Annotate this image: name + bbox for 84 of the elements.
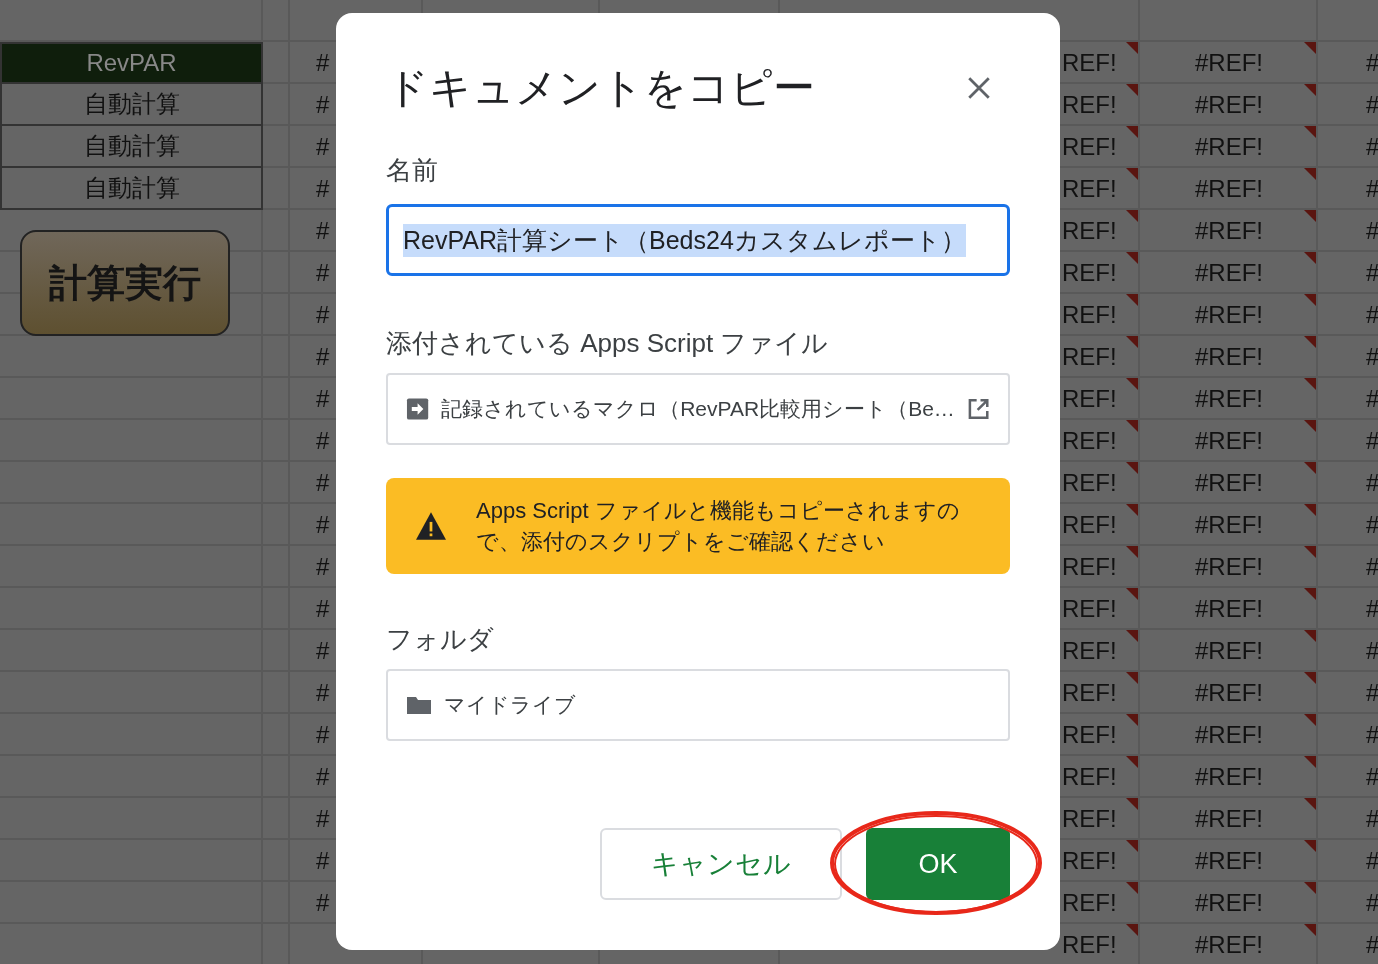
table-cell: # <box>316 91 330 119</box>
table-cell: # <box>316 49 330 77</box>
table-cell: REF! <box>1062 385 1117 413</box>
table-cell: REF! <box>1062 175 1117 203</box>
table-cell: # <box>316 259 330 287</box>
table-cell: #REF! <box>1195 721 1263 749</box>
field-label: 添付されている Apps Script ファイル <box>386 327 830 360</box>
table-cell: REF! <box>1062 511 1117 539</box>
table-cell: REF! <box>1062 805 1117 833</box>
macro-button[interactable]: 計算実行 <box>20 230 230 336</box>
ok-button[interactable]: OK <box>866 828 1010 900</box>
header-cell: RevPAR <box>0 42 263 84</box>
table-cell: # <box>316 343 330 371</box>
table-cell: REF! <box>1062 133 1117 161</box>
table-cell: # <box>316 553 330 581</box>
script-file-name: 記録されているマクロ（RevPAR比較用シート（Be… <box>441 396 955 422</box>
close-icon[interactable] <box>966 75 992 101</box>
table-cell: REF! <box>1062 469 1117 497</box>
table-cell: # <box>316 133 330 161</box>
table-cell: #REF! <box>1195 469 1263 497</box>
table-cell: # <box>316 889 330 917</box>
table-cell: #REF! <box>1195 175 1263 203</box>
table-cell: #REF! <box>1195 385 1263 413</box>
table-cell: #REF! <box>1195 511 1263 539</box>
table-cell: # <box>316 217 330 245</box>
table-cell: REF! <box>1062 259 1117 287</box>
table-cell: REF! <box>1062 763 1117 791</box>
table-cell: 自動計算 <box>0 126 263 168</box>
table-cell: #REF! <box>1195 553 1263 581</box>
table-cell: REF! <box>1062 217 1117 245</box>
table-cell: # <box>316 427 330 455</box>
arrow-box-icon <box>406 397 430 421</box>
table-cell: # <box>316 175 330 203</box>
table-cell: # <box>316 679 330 707</box>
table-cell: #REF! <box>1195 91 1263 119</box>
table-cell: REF! <box>1062 343 1117 371</box>
name-input-field[interactable]: RevPAR計算シート（Beds24カスタムレポート） <box>386 204 1010 276</box>
table-cell: # <box>316 805 330 833</box>
table-cell: # <box>316 385 330 413</box>
table-cell: #REF! <box>1195 343 1263 371</box>
table-cell: #REF! <box>1195 595 1263 623</box>
field-label: フォルダ <box>386 623 495 656</box>
dialog-title: ドキュメントをコピー <box>386 63 815 113</box>
folder-icon <box>406 695 432 715</box>
table-cell: REF! <box>1062 931 1117 959</box>
table-cell: REF! <box>1062 49 1117 77</box>
table-cell: REF! <box>1062 553 1117 581</box>
table-cell: #REF! <box>1195 679 1263 707</box>
warning-text: Apps Script ファイルと機能もコピーされますので、添付のスクリプトをご確認ください <box>476 497 961 556</box>
warning-icon <box>414 511 448 541</box>
table-cell: REF! <box>1062 889 1117 917</box>
table-cell: # <box>316 763 330 791</box>
table-cell: #REF! <box>1195 931 1263 959</box>
table-cell: REF! <box>1062 847 1117 875</box>
table-cell: # <box>316 721 330 749</box>
table-cell: REF! <box>1062 301 1117 329</box>
table-cell: 自動計算 <box>0 168 263 210</box>
field-label: 名前 <box>386 154 439 187</box>
table-cell: # <box>316 469 330 497</box>
table-cell: #REF! <box>1195 847 1263 875</box>
table-cell: #REF! <box>1195 259 1263 287</box>
external-link-icon[interactable] <box>966 397 990 421</box>
table-cell: # <box>316 847 330 875</box>
table-cell: REF! <box>1062 595 1117 623</box>
table-cell: # <box>316 595 330 623</box>
table-cell: #REF! <box>1195 889 1263 917</box>
table-cell: REF! <box>1062 427 1117 455</box>
table-cell: #REF! <box>1195 49 1263 77</box>
table-cell: # <box>316 637 330 665</box>
table-cell: REF! <box>1062 679 1117 707</box>
table-cell: #REF! <box>1195 301 1263 329</box>
table-cell: # <box>316 511 330 539</box>
table-cell: REF! <box>1062 721 1117 749</box>
table-cell: #REF! <box>1195 763 1263 791</box>
table-cell: 自動計算 <box>0 84 263 126</box>
table-cell: #REF! <box>1195 133 1263 161</box>
table-cell: # <box>316 301 330 329</box>
table-cell: #REF! <box>1195 427 1263 455</box>
table-cell: #REF! <box>1195 217 1263 245</box>
table-cell: REF! <box>1062 637 1117 665</box>
table-cell: REF! <box>1062 91 1117 119</box>
table-cell: #REF! <box>1195 637 1263 665</box>
cancel-button[interactable]: キャンセル <box>600 828 842 900</box>
table-cell: #REF! <box>1195 805 1263 833</box>
